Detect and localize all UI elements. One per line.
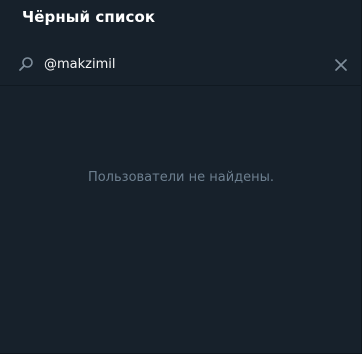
search-icon xyxy=(18,56,34,72)
search-input[interactable] xyxy=(44,53,314,75)
clear-search-button[interactable] xyxy=(330,54,352,76)
close-icon xyxy=(335,59,347,71)
search-bar xyxy=(0,44,362,86)
empty-state-message: Пользователи не найдены. xyxy=(87,170,275,185)
blocklist-window: Чёрный список Пользователи не найдены. xyxy=(0,0,362,354)
page-title: Чёрный список xyxy=(22,8,156,26)
